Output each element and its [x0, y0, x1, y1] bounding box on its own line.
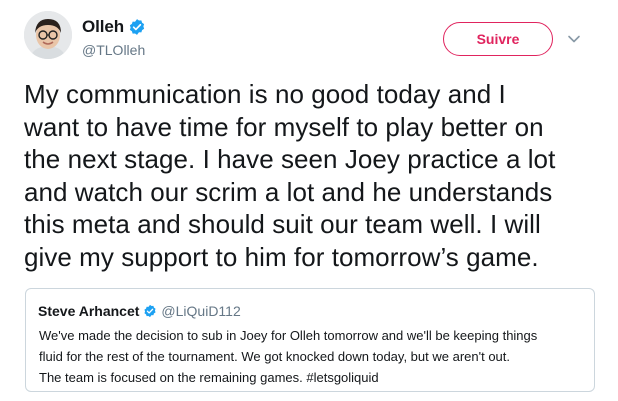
quoted-tweet-text: We've made the decision to sub in Joey f…: [39, 328, 538, 385]
author-handle[interactable]: @TLOlleh: [82, 42, 146, 58]
avatar-photo-icon: [24, 11, 72, 59]
author-display-name[interactable]: Olleh: [82, 17, 124, 37]
chevron-down-icon[interactable]: [566, 31, 582, 47]
follow-button[interactable]: Suivre: [443, 22, 553, 56]
verified-badge-icon: [143, 304, 157, 318]
quoted-author-display-name: Steve Arhancet: [38, 303, 140, 319]
tweet-text: My communication is no good today and I …: [24, 79, 556, 272]
quoted-tweet-header: Steve Arhancet @LiQuiD112: [38, 301, 582, 321]
tweet-card: Olleh @TLOlleh Suivre My communication i…: [0, 0, 618, 401]
author-block: Olleh @TLOlleh: [82, 16, 146, 58]
quoted-author-handle: @LiQuiD112: [161, 303, 241, 319]
author-name-row: Olleh: [82, 16, 146, 38]
quoted-tweet[interactable]: Steve Arhancet @LiQuiD112 We've made the…: [25, 288, 595, 392]
verified-badge-icon: [128, 18, 146, 36]
avatar[interactable]: [24, 11, 72, 59]
